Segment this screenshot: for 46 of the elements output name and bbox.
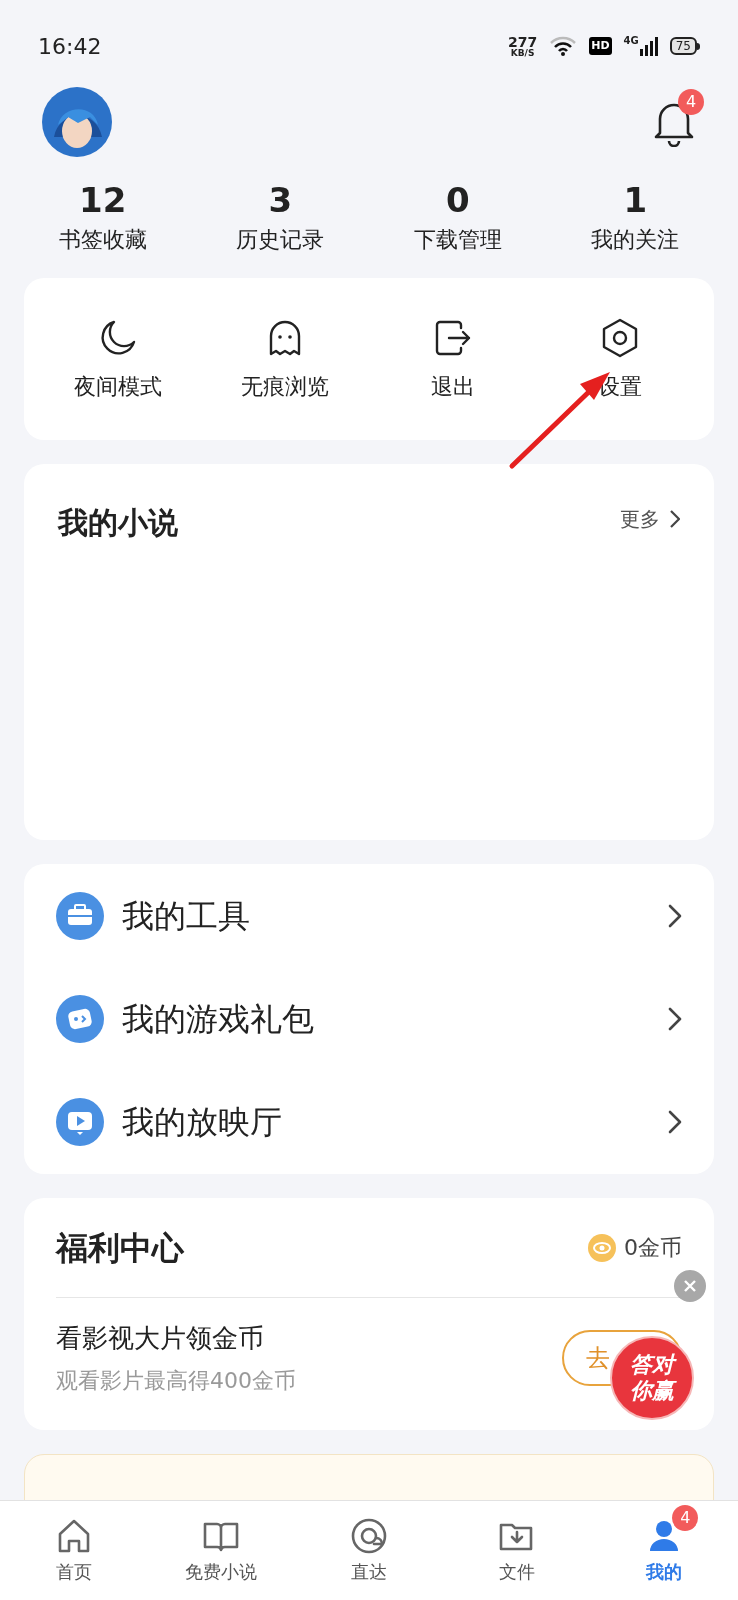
play-icon — [56, 1098, 104, 1147]
chevron-right-icon — [670, 510, 680, 528]
network-type: 4G — [623, 36, 639, 46]
section-title: 我的小说 — [58, 504, 178, 542]
coin-balance: 0金币 — [624, 1234, 682, 1262]
action-label[interactable]: 无痕浏览 — [241, 369, 330, 403]
stat-label[interactable]: 书签收藏 — [58, 220, 147, 260]
menu-item[interactable]: 我的放映厅 — [122, 1098, 668, 1147]
chevron-right-icon — [668, 1110, 682, 1135]
stat-label[interactable]: 我的关注 — [591, 220, 680, 260]
tab-badge: 4 — [672, 1505, 699, 1531]
task-title: 看影视大片领金币 — [56, 1322, 265, 1355]
toolbox-icon — [56, 891, 104, 940]
signal-icon — [639, 36, 658, 56]
stat-label[interactable]: 历史记录 — [236, 220, 325, 260]
stat-count[interactable]: 1 — [623, 180, 648, 220]
stat-count[interactable]: 0 — [445, 180, 470, 220]
tab-bar-item[interactable]: 免费小说 — [147, 1501, 296, 1600]
coin-icon — [588, 1233, 616, 1262]
menu-item[interactable]: 我的游戏礼包 — [122, 995, 668, 1043]
task-subtitle: 观看影片最高得400金币 — [56, 1367, 296, 1395]
tab-bar-item[interactable]: 首页 — [0, 1501, 148, 1600]
gamepad-icon — [56, 995, 104, 1043]
section-title: 福利中心 — [56, 1227, 184, 1269]
wifi-icon — [549, 35, 578, 57]
avatar — [42, 87, 112, 157]
menu-item[interactable]: 我的工具 — [122, 891, 668, 940]
more-link[interactable]: 更多 — [620, 504, 680, 534]
clock: 16:42 — [38, 32, 102, 61]
battery-indicator: 75 — [669, 37, 700, 55]
notification-badge: 4 — [678, 89, 704, 115]
tab-bar-item[interactable]: 直达 — [295, 1501, 443, 1600]
network-speed: 277 — [507, 34, 538, 49]
chevron-right-icon — [668, 1007, 682, 1031]
chevron-right-icon — [668, 903, 682, 928]
compass-icon — [349, 1516, 389, 1556]
tab-bar-item[interactable]: 我的 4 — [590, 1501, 738, 1600]
speed-unit: KB/S — [510, 48, 535, 58]
stat-count[interactable]: 3 — [268, 180, 293, 220]
tab-bar-item[interactable]: 文件 — [442, 1501, 591, 1600]
stat-label[interactable]: 下载管理 — [413, 220, 502, 260]
stat-count[interactable]: 12 — [79, 180, 127, 220]
action-label[interactable]: 夜间模式 — [73, 369, 162, 403]
hd-badge: HD — [589, 37, 612, 55]
promo-sticker-overlay[interactable]: 答对你赢 — [610, 1336, 694, 1420]
action-label[interactable]: 退出 — [430, 369, 475, 403]
